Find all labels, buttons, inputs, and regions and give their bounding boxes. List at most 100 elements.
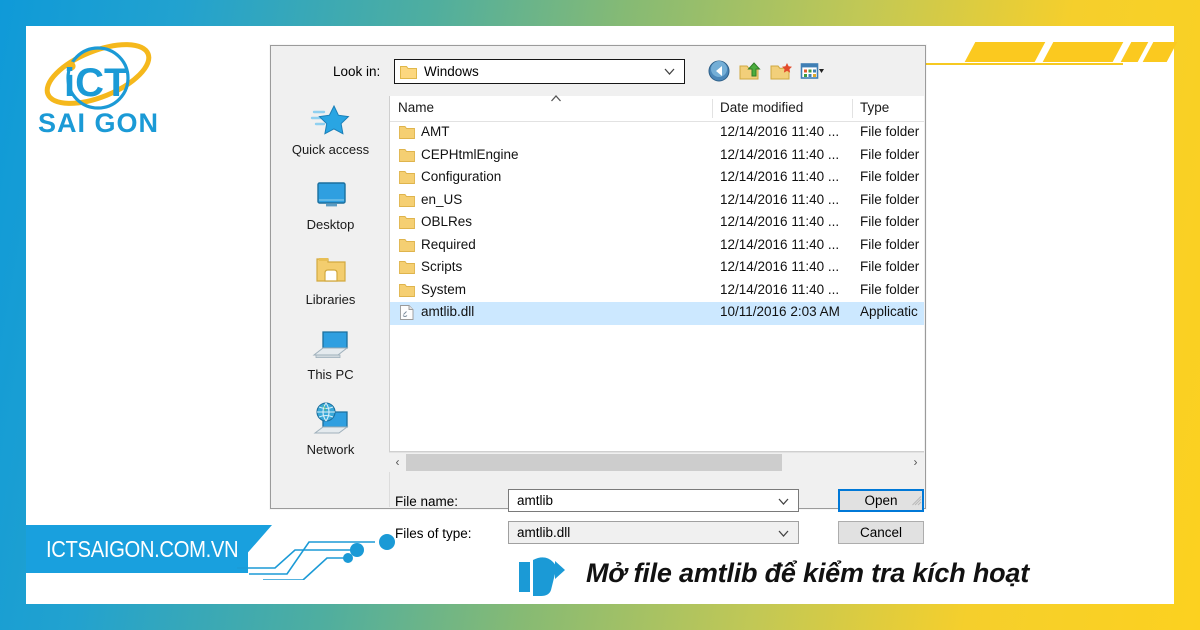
column-header-type[interactable]: Type [860, 100, 889, 115]
page-root: iCT SAI GON ICTSAIGON.COM.VN Mở file amt… [0, 0, 1200, 630]
sidebar-item-label: Desktop [306, 217, 355, 232]
folder-icon [399, 193, 415, 207]
dialog-toolbar-row: Look in: Windows [271, 46, 925, 96]
new-folder-button[interactable] [768, 58, 794, 84]
places-sidebar: Quick access Desktop Libraries This PC N… [272, 96, 390, 507]
file-date: 12/14/2016 11:40 ... [720, 259, 840, 274]
back-button[interactable] [706, 58, 732, 84]
file-name-value: amtlib [517, 493, 554, 508]
folder-icon [399, 238, 415, 252]
column-separator [712, 99, 713, 118]
table-row[interactable]: CEPHtmlEngine 12/14/2016 11:40 ... File … [390, 145, 924, 168]
dll-file-icon [400, 305, 414, 320]
folder-icon [400, 66, 417, 79]
file-type: File folder [860, 236, 920, 252]
table-row[interactable]: en_US 12/14/2016 11:40 ... File folder [390, 190, 924, 213]
file-date: 12/14/2016 11:40 ... [720, 214, 840, 229]
cancel-button[interactable]: Cancel [838, 521, 924, 544]
file-list-header: Name Date modified Type [390, 95, 924, 122]
sidebar-item-desktop[interactable]: Desktop [272, 175, 389, 246]
table-row[interactable]: OBLRes 12/14/2016 11:40 ... File folder [390, 212, 924, 235]
file-type: File folder [860, 146, 920, 162]
file-name: en_US [421, 191, 463, 207]
file-date: 12/14/2016 11:40 ... [720, 169, 840, 184]
pointing-hand-icon [519, 557, 565, 596]
sidebar-item-label: Network [306, 442, 355, 457]
file-type: File folder [860, 259, 920, 274]
file-date: 10/11/2016 2:03 AM [720, 304, 840, 319]
file-name: Required [421, 236, 476, 252]
scrollbar-thumb[interactable] [406, 454, 782, 471]
sidebar-item-quick-access[interactable]: Quick access [272, 100, 389, 171]
svg-text:iCT: iCT [64, 61, 128, 105]
sidebar-item-label: Quick access [291, 142, 370, 157]
file-name: OBLRes [421, 214, 473, 229]
file-type: File folder [860, 281, 920, 297]
caption-text: Mở file amtlib để kiểm tra kích hoạt [586, 558, 1030, 588]
file-name: CEPHtmlEngine [421, 146, 519, 162]
column-header-date-modified[interactable]: Date modified [720, 100, 803, 115]
logo-graphic: iCT SAI GON [38, 42, 159, 138]
sidebar-item-network[interactable]: Network [272, 400, 389, 471]
table-row[interactable]: System 12/14/2016 11:40 ... File folder [390, 280, 924, 303]
views-button[interactable] [799, 58, 825, 84]
table-row[interactable]: Scripts 12/14/2016 11:40 ... File folder [390, 257, 924, 280]
files-of-type-combo[interactable]: amtlib.dll [508, 521, 799, 544]
resize-grip[interactable] [912, 496, 922, 506]
file-type: File folder [860, 214, 920, 229]
svg-text:SAI GON: SAI GON [38, 108, 159, 138]
star-icon [310, 104, 349, 135]
chevron-down-icon [664, 68, 675, 75]
file-list: Name Date modified Type AMT 12/14/2016 1… [389, 95, 924, 452]
folder-icon [399, 216, 415, 229]
file-name: Configuration [421, 169, 502, 184]
file-date: 12/14/2016 11:40 ... [720, 236, 840, 252]
decoration-slant-2 [1042, 42, 1124, 62]
file-name-label: File name: [395, 494, 459, 509]
folder-icon [399, 283, 415, 297]
column-separator [852, 99, 853, 118]
sidebar-item-label: This PC [307, 367, 354, 382]
table-row[interactable]: Required 12/14/2016 11:40 ... File folde… [390, 235, 924, 258]
column-header-name[interactable]: Name [398, 100, 434, 115]
file-type: File folder [860, 169, 920, 184]
chevron-down-icon[interactable] [778, 530, 789, 537]
file-type: File folder [860, 191, 920, 207]
chevron-down-icon[interactable] [778, 498, 789, 505]
file-type: Applicatic [860, 304, 918, 319]
decoration-slant-4 [1142, 42, 1178, 62]
horizontal-scrollbar[interactable]: ‹ › [389, 452, 924, 472]
look-in-label: Look in: [333, 64, 381, 79]
file-date: 12/14/2016 11:40 ... [720, 191, 840, 207]
table-row-selected[interactable]: amtlib.dll 10/11/2016 2:03 AM Applicatic [390, 302, 924, 325]
file-name: AMT [421, 124, 450, 139]
decoration-slant-1 [964, 42, 1046, 62]
folder-icon [399, 126, 415, 139]
network-globe-icon [313, 402, 348, 434]
folder-icon [399, 148, 415, 162]
sort-ascending-icon [551, 95, 561, 102]
table-row[interactable]: Configuration 12/14/2016 11:40 ... File … [390, 167, 924, 190]
file-date: 12/14/2016 11:40 ... [720, 146, 840, 162]
scroll-right-arrow[interactable]: › [907, 453, 924, 472]
libraries-folder-icon [315, 258, 346, 282]
file-type: File folder [860, 124, 920, 139]
sidebar-item-libraries[interactable]: Libraries [272, 250, 389, 321]
file-name-input[interactable]: amtlib [508, 489, 799, 512]
decoration-yellow-bars [880, 0, 1200, 120]
look-in-combo[interactable]: Windows [394, 59, 685, 84]
table-row[interactable]: AMT 12/14/2016 11:40 ... File folder [390, 122, 924, 145]
file-date: 12/14/2016 11:40 ... [720, 124, 840, 139]
look-in-value: Windows [424, 64, 479, 79]
file-rows: AMT 12/14/2016 11:40 ... File folder CEP… [390, 122, 924, 325]
decoration-line [911, 63, 1123, 65]
folder-icon [399, 171, 415, 184]
computer-icon [312, 331, 348, 358]
up-one-level-button[interactable] [737, 58, 763, 84]
files-of-type-label: Files of type: [395, 526, 472, 541]
scroll-left-arrow[interactable]: ‹ [389, 453, 406, 472]
sidebar-item-this-pc[interactable]: This PC [272, 325, 389, 396]
sidebar-item-label: Libraries [305, 292, 356, 307]
scrollbar-track[interactable] [406, 454, 907, 471]
file-name: amtlib.dll [421, 304, 475, 319]
